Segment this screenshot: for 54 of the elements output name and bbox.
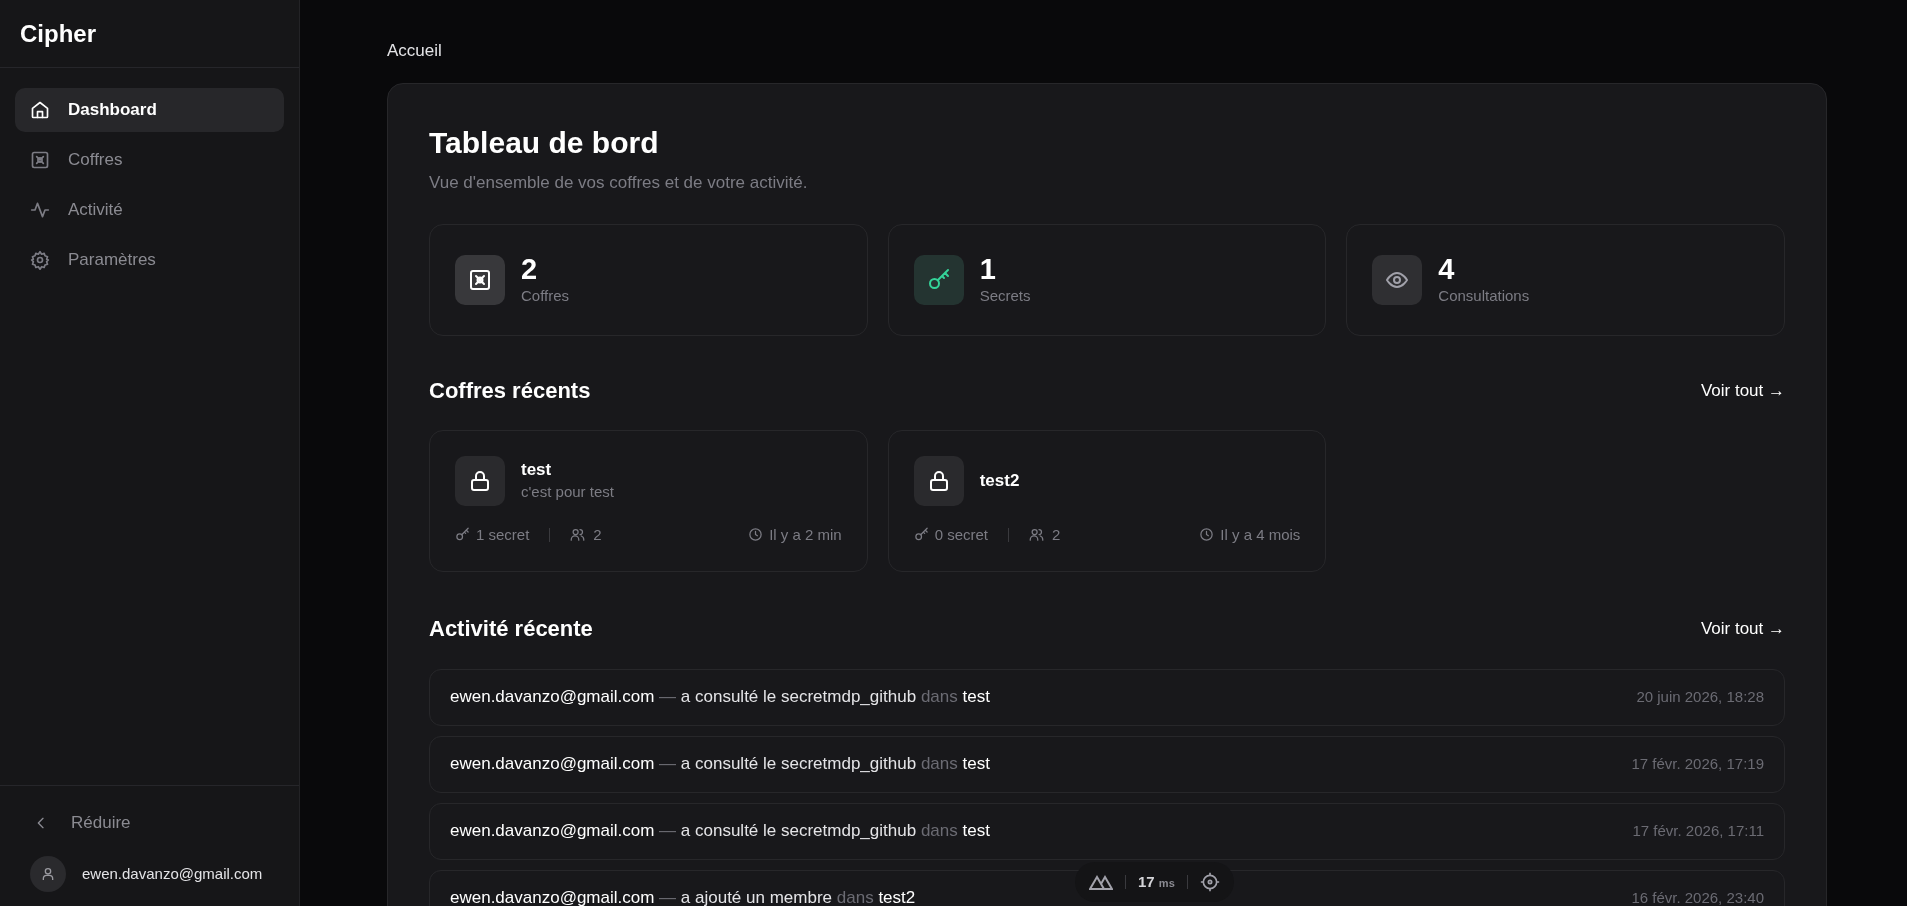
vault-name: test2 [979,469,1020,492]
vault-card[interactable]: test2 0 secret 2 Il y a 4 mois [887,429,1327,572]
member-count: 2 [593,524,602,545]
settings-icon [30,250,50,270]
updated-time: Il y a 2 min [769,524,842,545]
activity-time: 20 juin 2026, 18:28 [1636,686,1764,707]
stat-label: Coffres [521,285,570,306]
home-icon [30,100,50,120]
nav-item[interactable]: Dashboard [15,88,284,132]
stat-value: 4 [1438,252,1456,285]
stat-label: Consultations [1438,285,1530,306]
stat-label: Secrets [979,285,1031,306]
mountain-icon[interactable] [1089,874,1113,890]
key-icon [455,527,470,543]
view-all-link[interactable]: Voir tout → [1700,615,1785,642]
user-email[interactable]: ewen.davanzo@gmail.com [82,862,263,886]
activity-text: ewen.davanzo@gmail.com — a consulté le secretmdp_github dans test [450,686,990,709]
vault-name: test [521,458,553,481]
stat-value: 1 [979,252,997,285]
render-time: 17 ms [1138,871,1175,892]
key-icon [913,527,929,543]
users-icon [1029,527,1044,543]
activity-time: 17 févr. 2026, 17:19 [1631,753,1764,774]
app-logo: Cipher [20,18,96,49]
users-icon [570,527,586,543]
nav-item[interactable]: Activité [15,188,284,232]
secret-count: 1 secret [476,524,530,545]
activity-time: 17 févr. 2026, 17:11 [1632,820,1764,841]
updated-time: Il y a 4 mois [1220,524,1301,545]
page-title: Tableau de bord [429,125,660,161]
nav-item[interactable]: Paramètres [15,238,284,282]
stat-value: 2 [521,252,539,285]
clock-icon [1199,527,1215,543]
avatar-icon [30,856,66,892]
secret-count: 0 secret [934,524,988,545]
section-heading: Activité récente [429,615,593,643]
vault-card[interactable]: test c'est pour test 1 secret 2 Il y a 2 min [429,429,868,572]
activity-text: ewen.davanzo@gmail.com — a ajouté un membre dans test2 [450,887,916,906]
vault-description: c'est pour test [521,481,614,502]
page-subtitle: Vue d'ensemble de vos coffres et de votre activité. [429,172,809,194]
activity-icon [30,200,50,220]
member-count: 2 [1052,524,1061,545]
view-all-link[interactable]: Voir tout → [1700,377,1785,404]
collapse-button[interactable]: Réduire [15,806,284,840]
activity-text: ewen.davanzo@gmail.com — a consulté le secretmdp_github dans test [450,753,990,776]
vault-icon [30,150,50,170]
section-heading: Coffres récents [429,377,591,405]
nav-item[interactable]: Coffres [15,138,284,182]
clock-icon [748,527,764,543]
crosshair-icon[interactable] [1199,872,1220,892]
activity-text: ewen.davanzo@gmail.com — a consulté le secretmdp_github dans test [450,820,990,843]
lock-icon [468,468,492,493]
breadcrumb[interactable]: Accueil [387,38,1827,63]
activity-time: 16 févr. 2026, 23:40 [1631,887,1764,906]
